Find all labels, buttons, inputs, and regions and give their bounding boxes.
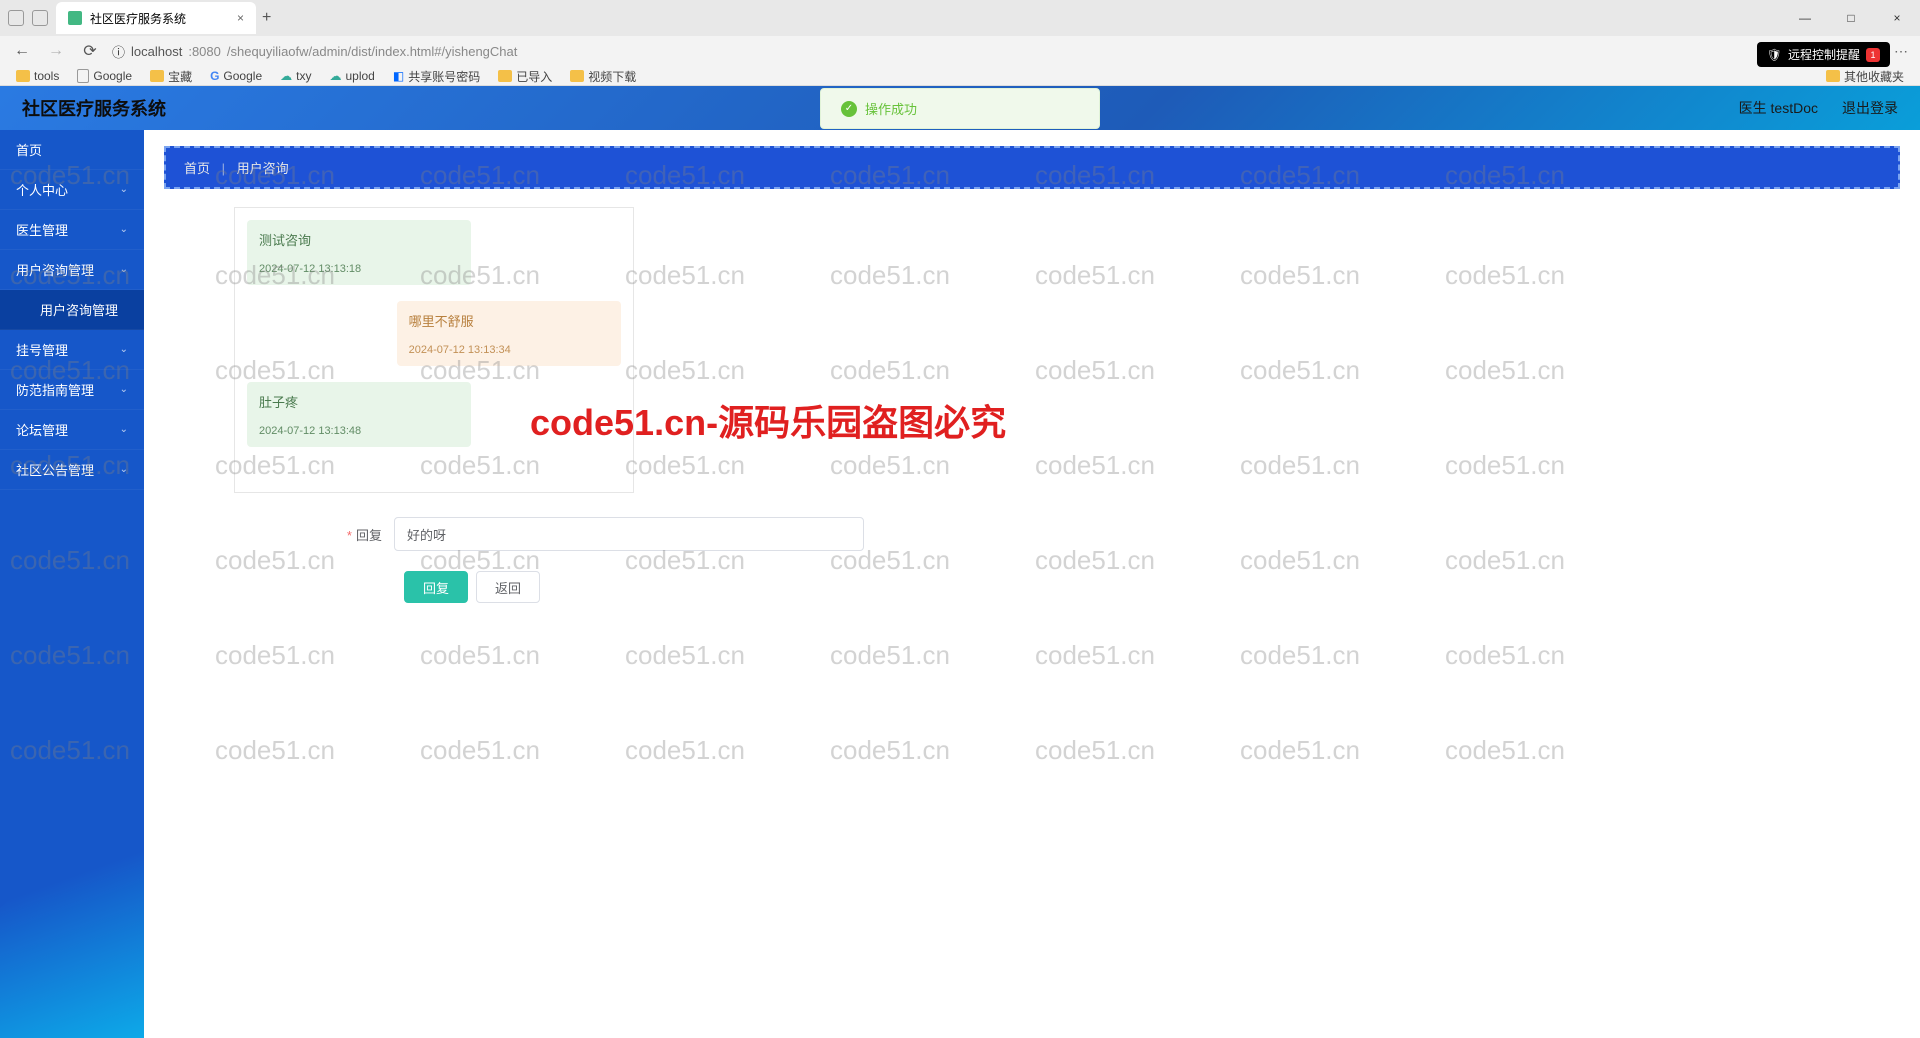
- chevron-down-icon: ⌄: [120, 464, 128, 475]
- close-window-button[interactable]: ×: [1874, 2, 1920, 34]
- folder-icon: [498, 70, 512, 82]
- breadcrumb-sep: |: [222, 161, 225, 176]
- bookmark-item[interactable]: 宝藏: [150, 68, 192, 85]
- back-button[interactable]: ←: [10, 39, 34, 63]
- maximize-button[interactable]: □: [1828, 2, 1874, 34]
- browser-tab[interactable]: 社区医疗服务系统 ×: [56, 2, 256, 34]
- breadcrumb-current: 用户咨询: [237, 161, 289, 176]
- vue-icon: [68, 11, 82, 25]
- new-tab-button[interactable]: +: [262, 9, 271, 27]
- toast-text: 操作成功: [865, 99, 917, 118]
- bookmark-item[interactable]: ☁txy: [280, 69, 311, 83]
- form-buttons: 回复 返回: [404, 571, 1900, 603]
- bookmark-item[interactable]: ☁uplod: [329, 69, 374, 83]
- back-button[interactable]: 返回: [476, 571, 540, 603]
- shield-icon: 🛡: [1767, 48, 1782, 62]
- chevron-down-icon: ⌄: [120, 184, 128, 195]
- chat-text: 哪里不舒服: [409, 311, 609, 330]
- bookmark-item[interactable]: ◧共享账号密码: [393, 68, 480, 85]
- sidebar-item-guide[interactable]: 防范指南管理⌄: [0, 370, 144, 410]
- breadcrumb-home[interactable]: 首页: [184, 161, 210, 176]
- url-path: /shequyiliaofw/admin/dist/index.html#/yi…: [227, 44, 518, 59]
- chat-time: 2024-07-12 13:13:48: [259, 425, 459, 437]
- sidebar-item-register[interactable]: 挂号管理⌄: [0, 330, 144, 370]
- google-icon: G: [210, 69, 219, 83]
- app-header: 社区医疗服务系统 ✓ 操作成功 医生 testDoc 退出登录: [0, 86, 1920, 130]
- sidebar: 首页 个人中心⌄ 医生管理⌄ 用户咨询管理⌄ 用户咨询管理 挂号管理⌄ 防范指南…: [0, 130, 144, 1038]
- folder-icon: [150, 70, 164, 82]
- bookmark-item[interactable]: tools: [16, 69, 59, 83]
- remote-control-badge[interactable]: 🛡 远程控制提醒 1: [1757, 42, 1890, 67]
- url-input[interactable]: ⓘ localhost :8080/shequyiliaofw/admin/dis…: [112, 42, 1754, 61]
- address-bar: ← → ⟳ ⓘ localhost :8080/shequyiliaofw/adm…: [0, 36, 1920, 66]
- reply-input[interactable]: [394, 517, 864, 551]
- chat-panel[interactable]: 测试咨询 2024-07-12 13:13:18 哪里不舒服 2024-07-1…: [234, 207, 634, 493]
- app-body: 首页 个人中心⌄ 医生管理⌄ 用户咨询管理⌄ 用户咨询管理 挂号管理⌄ 防范指南…: [0, 130, 1920, 1038]
- main-content: 首页 | 用户咨询 测试咨询 2024-07-12 13:13:18 哪里不舒服…: [144, 130, 1920, 1038]
- sidebar-item-profile[interactable]: 个人中心⌄: [0, 170, 144, 210]
- url-port: :8080: [188, 44, 221, 59]
- chat-text: 测试咨询: [259, 230, 459, 249]
- tab-title: 社区医疗服务系统: [90, 10, 186, 27]
- chevron-down-icon: ⌄: [120, 224, 128, 235]
- folder-icon: [570, 70, 584, 82]
- chevron-down-icon: ⌄: [120, 344, 128, 355]
- chat-time: 2024-07-12 13:13:18: [259, 263, 459, 275]
- sidebar-item-forum[interactable]: 论坛管理⌄: [0, 410, 144, 450]
- user-label[interactable]: 医生 testDoc: [1739, 98, 1818, 118]
- window-controls: — □ ×: [1782, 2, 1920, 34]
- check-icon: ✓: [841, 101, 857, 117]
- bookmark-item[interactable]: 视频下载: [570, 68, 636, 85]
- url-host: localhost: [131, 44, 182, 59]
- profile-icon[interactable]: [8, 10, 24, 26]
- cloud-icon: ☁: [329, 69, 341, 83]
- submit-button[interactable]: 回复: [404, 571, 468, 603]
- folder-icon: [1826, 70, 1840, 82]
- reload-button[interactable]: ⟳: [78, 39, 102, 63]
- menu-icon[interactable]: ⋯: [1892, 42, 1910, 60]
- logout-link[interactable]: 退出登录: [1842, 98, 1898, 118]
- chat-time: 2024-07-12 13:13:34: [409, 344, 609, 356]
- page-icon: [77, 69, 89, 83]
- remote-label: 远程控制提醒: [1788, 46, 1860, 63]
- app-title: 社区医疗服务系统: [22, 95, 166, 121]
- cloud-icon: ☁: [280, 69, 292, 83]
- sidebar-item-consult-sub[interactable]: 用户咨询管理: [0, 290, 144, 330]
- sidebar-item-home[interactable]: 首页: [0, 130, 144, 170]
- bookmark-item[interactable]: Google: [77, 69, 132, 83]
- sidebar-item-notice[interactable]: 社区公告管理⌄: [0, 450, 144, 490]
- chat-message-right: 哪里不舒服 2024-07-12 13:13:34: [397, 301, 621, 366]
- reply-row: *回复: [164, 517, 1900, 551]
- info-icon: ⓘ: [112, 42, 125, 61]
- tab-bar: 社区医疗服务系统 × + — □ ×: [0, 0, 1920, 36]
- other-bookmarks[interactable]: 其他收藏夹: [1826, 68, 1904, 85]
- bookmark-item[interactable]: GGoogle: [210, 69, 262, 83]
- browser-chrome: 社区医疗服务系统 × + — □ × ← → ⟳ ⓘ localhost :808…: [0, 0, 1920, 86]
- app-icon: ◧: [393, 69, 404, 83]
- remote-count: 1: [1866, 48, 1880, 62]
- tabs-icon[interactable]: [32, 10, 48, 26]
- chevron-down-icon: ⌄: [120, 424, 128, 435]
- forward-button[interactable]: →: [44, 39, 68, 63]
- chat-text: 肚子疼: [259, 392, 459, 411]
- folder-icon: [16, 70, 30, 82]
- reply-label: *回复: [164, 525, 394, 544]
- tab-close-icon[interactable]: ×: [237, 11, 244, 25]
- chevron-down-icon: ⌄: [120, 384, 128, 395]
- sidebar-item-consult[interactable]: 用户咨询管理⌄: [0, 250, 144, 290]
- chat-message-left: 肚子疼 2024-07-12 13:13:48: [247, 382, 471, 447]
- success-toast: ✓ 操作成功: [820, 88, 1100, 129]
- bookmark-bar: tools Google 宝藏 GGoogle ☁txy ☁uplod ◧共享账…: [0, 66, 1920, 86]
- bookmark-item[interactable]: 已导入: [498, 68, 552, 85]
- sidebar-item-doctor[interactable]: 医生管理⌄: [0, 210, 144, 250]
- minimize-button[interactable]: —: [1782, 2, 1828, 34]
- chevron-down-icon: ⌄: [120, 264, 128, 275]
- breadcrumb: 首页 | 用户咨询: [164, 146, 1900, 189]
- chat-message-left: 测试咨询 2024-07-12 13:13:18: [247, 220, 471, 285]
